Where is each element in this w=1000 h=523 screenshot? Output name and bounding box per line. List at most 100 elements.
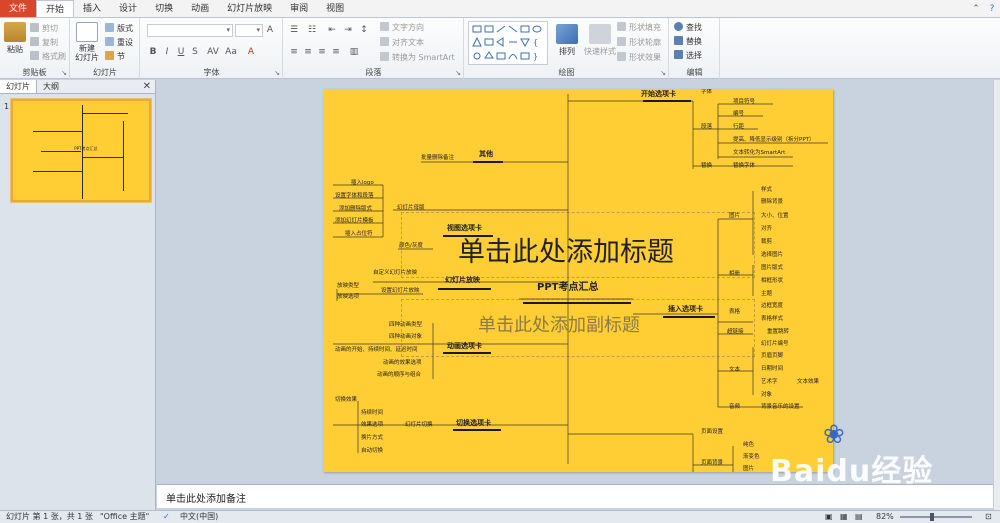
arrange-button[interactable]: 排列: [553, 24, 581, 57]
smartart-icon: [380, 52, 389, 61]
normal-view-icon[interactable]: ▣: [825, 511, 833, 523]
font-launcher-icon[interactable]: ↘: [274, 69, 280, 77]
vertical-scrollbar[interactable]: [993, 80, 1000, 510]
numbering-button[interactable]: ☷: [306, 24, 318, 36]
decrease-indent-button[interactable]: ⇤: [326, 24, 338, 36]
tab-outline[interactable]: 大纲: [37, 80, 65, 93]
tab-animations[interactable]: 动画: [182, 0, 218, 17]
fit-slide-icon[interactable]: ⊡: [985, 511, 992, 523]
zoom-slider[interactable]: [900, 516, 972, 518]
tab-home[interactable]: 开始: [36, 0, 75, 17]
tab-view[interactable]: 视图: [317, 0, 353, 17]
cut-button[interactable]: 剪切: [30, 23, 58, 35]
align-left-button[interactable]: ≡: [288, 46, 300, 58]
font-name-select[interactable]: ▾: [147, 24, 233, 37]
effects-icon: [617, 52, 626, 61]
strikethrough-button[interactable]: S: [189, 46, 201, 58]
slide-canvas[interactable]: 单击此处添加标题 单击此处添加副标题 PPT考点汇总 开始选项卡 其他 视图选项…: [323, 89, 833, 472]
tab-file[interactable]: 文件: [0, 0, 37, 17]
shapes-gallery[interactable]: { }: [468, 21, 548, 65]
notes-placeholder[interactable]: 单击此处添加备注: [166, 490, 246, 505]
justify-button[interactable]: ≡: [330, 46, 342, 58]
notes-pane[interactable]: 单击此处添加备注: [157, 484, 993, 508]
node-four-anim-type: 四种动画类型: [389, 322, 423, 328]
tab-slideshow[interactable]: 幻灯片放映: [218, 0, 281, 17]
tab-slides[interactable]: 幻灯片: [0, 80, 37, 93]
tab-transitions[interactable]: 切换: [146, 0, 182, 17]
node-add-delete-layout: 添加删除版式: [339, 206, 373, 212]
replace-button[interactable]: 替换: [674, 36, 702, 48]
node-to-smartart: 文本转化为SmartArt: [733, 150, 786, 156]
quick-styles-button[interactable]: 快速样式: [583, 24, 617, 57]
node-hyperlink: 超链接: [727, 329, 744, 335]
change-case-button[interactable]: Aa: [225, 46, 237, 58]
align-text-button[interactable]: 对齐文本: [380, 37, 424, 49]
format-painter-button[interactable]: 格式刷: [30, 51, 66, 63]
zoom-level[interactable]: 82%: [876, 511, 894, 523]
language-status[interactable]: 中文(中国): [180, 511, 218, 523]
slide-thumbnail[interactable]: PPT考点汇总: [11, 99, 151, 202]
node-remove-bg: 删除背景: [761, 199, 784, 205]
shape-fill-button[interactable]: 形状填充: [617, 22, 661, 34]
node-replace: 替换: [701, 163, 713, 169]
editing-group: 查找 替换 选择 编辑: [670, 18, 720, 79]
node-reset-link: 重置跳转: [767, 329, 790, 335]
font-group: ▾ ▾ A B I U S AV Aa A 字体 ↘: [141, 18, 283, 79]
slide-stage: 单击此处添加标题 单击此处添加副标题 PPT考点汇总 开始选项卡 其他 视图选项…: [157, 80, 993, 483]
new-slide-button[interactable]: 新建 幻灯片: [73, 22, 101, 62]
char-spacing-button[interactable]: AV: [207, 46, 219, 58]
reset-button[interactable]: 重设: [105, 37, 133, 49]
text-direction-button[interactable]: 文字方向: [380, 22, 424, 34]
find-button[interactable]: 查找: [674, 22, 702, 34]
clipboard-launcher-icon[interactable]: ↘: [61, 69, 67, 77]
align-right-button[interactable]: ≡: [316, 46, 328, 58]
bold-button[interactable]: B: [147, 46, 159, 58]
node-indent: 提高、降低显示级别（拆分PPT）: [733, 137, 815, 143]
close-icon[interactable]: ✕: [143, 80, 155, 93]
select-button[interactable]: 选择: [674, 50, 702, 62]
bullets-button[interactable]: ☰: [288, 24, 300, 36]
paste-button[interactable]: 粘贴: [3, 22, 27, 55]
subtitle-placeholder[interactable]: 单击此处添加副标题: [478, 311, 640, 337]
grow-font-button[interactable]: A: [264, 24, 276, 36]
underline-button[interactable]: U: [175, 46, 187, 58]
node-bullets: 项目符号: [733, 99, 756, 105]
help-icon[interactable]: ?: [984, 0, 1000, 17]
increase-indent-button[interactable]: ⇥: [342, 24, 354, 36]
branch-animation-tab: 动画选项卡: [447, 342, 482, 350]
paragraph-group-label: 段落: [365, 68, 382, 77]
node-paragraph: 段落: [701, 124, 713, 130]
node-wordart: 艺术字: [761, 379, 778, 385]
node-slide-num: 幻灯片编号: [761, 341, 789, 347]
convert-smartart-button[interactable]: 转换为 SmartArt: [380, 52, 455, 64]
shape-effects-button[interactable]: 形状效果: [617, 52, 661, 64]
tab-review[interactable]: 审阅: [281, 0, 317, 17]
line-spacing-button[interactable]: ↕: [358, 24, 370, 36]
shape-outline-button[interactable]: 形状轮廓: [617, 37, 661, 49]
node-insert-logo: 插入logo: [351, 180, 374, 186]
minimize-ribbon-icon[interactable]: ⌃: [968, 0, 984, 17]
font-size-select[interactable]: ▾: [235, 24, 263, 37]
font-color-button[interactable]: A: [245, 46, 257, 58]
align-center-button[interactable]: ≡: [302, 46, 314, 58]
node-numbering: 编号: [733, 111, 745, 117]
layout-button[interactable]: 版式: [105, 23, 133, 35]
title-placeholder[interactable]: 单击此处添加标题: [458, 230, 674, 269]
text-direction-icon: [380, 22, 389, 31]
section-button[interactable]: 节: [105, 51, 125, 63]
node-audio: 音频: [729, 404, 741, 410]
italic-button[interactable]: I: [161, 46, 173, 58]
reading-view-icon[interactable]: ▤: [855, 511, 863, 523]
scissors-icon: [30, 23, 39, 32]
drawing-launcher-icon[interactable]: ↘: [660, 69, 666, 77]
clipboard-group-label: 剪贴板: [22, 68, 47, 77]
copy-button[interactable]: 复制: [30, 37, 58, 49]
slide-sorter-icon[interactable]: ▦: [840, 511, 848, 523]
columns-button[interactable]: ▥: [348, 46, 360, 58]
tab-design[interactable]: 设计: [110, 0, 146, 17]
zoom-slider-thumb[interactable]: [930, 513, 934, 521]
spell-check-icon[interactable]: ✓: [163, 511, 170, 523]
cursor-icon: [674, 50, 683, 59]
paragraph-launcher-icon[interactable]: ↘: [455, 69, 461, 77]
tab-insert[interactable]: 插入: [74, 0, 110, 17]
